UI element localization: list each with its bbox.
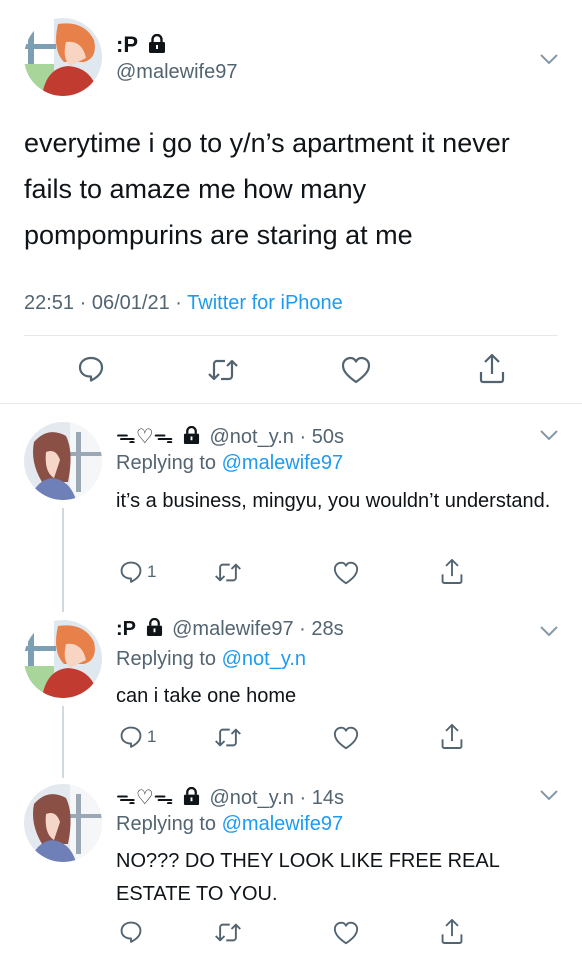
avatar-not_y.n[interactable] xyxy=(24,422,102,500)
reply-header: ᯓ♡ᯓ @not_y.n · 14s xyxy=(116,783,344,812)
replying-to: Replying to @malewife97 xyxy=(116,813,344,835)
reply-button[interactable]: 1 xyxy=(119,725,156,749)
like-button[interactable] xyxy=(333,561,359,585)
like-button[interactable] xyxy=(341,356,371,384)
retweet-icon xyxy=(207,357,239,383)
tweet-source-link[interactable]: Twitter for iPhone xyxy=(187,292,343,314)
like-icon xyxy=(333,726,359,750)
reply-icon xyxy=(119,920,143,944)
retweet-button[interactable] xyxy=(207,357,239,383)
reply-count: 1 xyxy=(147,562,157,581)
reply-count: 1 xyxy=(147,727,157,746)
reply-icon xyxy=(119,725,143,749)
reply-icon xyxy=(119,560,143,584)
reply-header: ᯓ♡ᯓ @not_y.n · 50s xyxy=(116,422,344,451)
reply-display-name[interactable]: ᯓ♡ᯓ xyxy=(116,787,173,809)
replying-to-link[interactable]: @malewife97 xyxy=(222,813,343,835)
retweet-button[interactable] xyxy=(214,726,242,749)
reply-text: NO??? DO THEY LOOK LIKE FREE REAL ESTATE… xyxy=(116,850,500,905)
lock-icon xyxy=(148,33,166,60)
lock-icon xyxy=(183,425,200,451)
share-icon xyxy=(478,352,506,384)
thread-line xyxy=(62,508,64,612)
replying-to: Replying to @not_y.n xyxy=(116,648,307,670)
reply-button[interactable] xyxy=(77,355,105,383)
like-button[interactable] xyxy=(333,921,359,945)
reply-handle[interactable]: @malewife97 xyxy=(172,618,293,640)
reply-text: can i take one home xyxy=(116,685,297,707)
share-button[interactable] xyxy=(440,557,464,585)
share-icon xyxy=(440,917,464,945)
reply-button[interactable]: 1 xyxy=(119,560,156,584)
reply-header: :P @malewife97 · 28s xyxy=(116,617,344,643)
like-icon xyxy=(333,561,359,585)
lock-icon xyxy=(146,617,163,643)
tweet-text: everytime i go to y/n’s apartment it nev… xyxy=(24,128,518,250)
like-icon xyxy=(341,356,371,384)
avatar-not_y.n[interactable] xyxy=(24,784,102,862)
replying-to-link[interactable]: @not_y.n xyxy=(222,648,306,670)
author-handle[interactable]: @malewife97 xyxy=(116,61,237,84)
thread-line xyxy=(62,706,64,778)
retweet-icon xyxy=(214,726,242,749)
divider xyxy=(24,335,558,336)
retweet-button[interactable] xyxy=(214,561,242,584)
share-button[interactable] xyxy=(440,722,464,750)
reply-handle[interactable]: @not_y.n xyxy=(210,787,294,809)
chevron-down-icon[interactable] xyxy=(539,428,559,446)
share-icon xyxy=(440,722,464,750)
retweet-icon xyxy=(214,561,242,584)
reply-age: 50s xyxy=(311,426,344,448)
like-button[interactable] xyxy=(333,726,359,750)
chevron-down-icon[interactable] xyxy=(539,624,559,642)
share-button[interactable] xyxy=(478,352,506,384)
author-display-name[interactable]: :P xyxy=(116,32,166,60)
divider xyxy=(0,403,582,404)
chevron-down-icon[interactable] xyxy=(539,52,559,70)
tweet-date: 06/01/21 xyxy=(91,292,170,314)
tweet-meta: 22:51 · 06/01/21 · Twitter for iPhone xyxy=(24,292,343,314)
retweet-icon xyxy=(214,921,242,944)
reply-text: it’s a business, mingyu, you wouldn’t un… xyxy=(116,490,551,512)
reply-age: 14s xyxy=(311,787,344,809)
tweet-time: 22:51 xyxy=(24,292,75,314)
reply-display-name[interactable]: :P xyxy=(116,618,136,640)
reply-handle[interactable]: @not_y.n xyxy=(210,426,294,448)
reply-button[interactable] xyxy=(119,920,143,944)
like-icon xyxy=(333,921,359,945)
avatar-malewife97[interactable] xyxy=(24,620,102,698)
reply-age: 28s xyxy=(311,618,344,640)
replying-to-link[interactable]: @malewife97 xyxy=(222,452,343,474)
chevron-down-icon[interactable] xyxy=(539,788,559,806)
avatar-malewife97[interactable] xyxy=(24,18,102,96)
share-button[interactable] xyxy=(440,917,464,945)
retweet-button[interactable] xyxy=(214,921,242,944)
share-icon xyxy=(440,557,464,585)
replying-to: Replying to @malewife97 xyxy=(116,452,344,474)
reply-display-name[interactable]: ᯓ♡ᯓ xyxy=(116,426,173,448)
reply-icon xyxy=(77,355,105,383)
lock-icon xyxy=(183,786,200,812)
